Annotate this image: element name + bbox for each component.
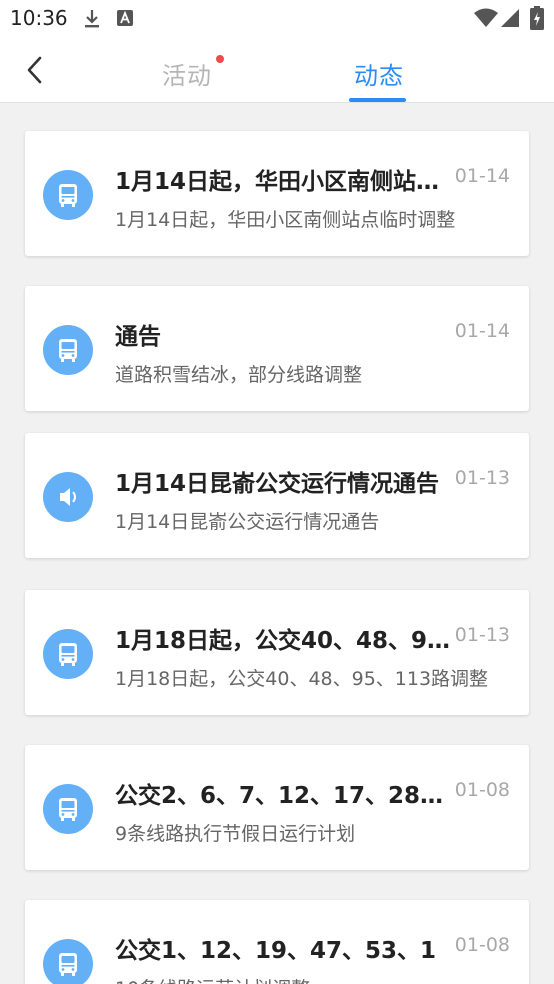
news-title: 1月18日起，公交40、48、95、113路调整 [115, 628, 455, 654]
bus-icon [43, 325, 93, 375]
speaker-icon [43, 472, 93, 522]
download-icon [82, 8, 102, 34]
status-time: 10:36 [10, 6, 68, 30]
news-title: 公交1、12、19、47、53、1 [115, 938, 437, 964]
news-date: 01-08 [454, 779, 510, 801]
top-nav-bar: 活动 动态 [0, 38, 554, 103]
news-title: 1月14日昆嵛公交运行情况通告 [115, 471, 440, 497]
bus-icon [43, 629, 93, 679]
news-title: 1月14日起，华田小区南侧站点临时调整 [115, 169, 455, 195]
news-card[interactable]: 公交1、12、19、47、53、1 01-08 10条线路运营计划调整 [25, 900, 529, 984]
back-button[interactable] [18, 52, 54, 88]
news-desc: 1月14日起，华田小区南侧站点临时调整 [115, 209, 456, 231]
bus-icon [43, 939, 93, 984]
bus-icon [43, 784, 93, 834]
news-desc: 1月14日昆嵛公交运行情况通告 [115, 511, 380, 533]
chevron-left-icon [27, 56, 42, 84]
news-desc: 9条线路执行节假日运行计划 [115, 823, 356, 845]
news-desc: 道路积雪结冰，部分线路调整 [115, 364, 363, 386]
status-bar: 10:36 [0, 0, 554, 38]
news-date: 01-14 [454, 165, 510, 187]
signal-icon [500, 8, 520, 32]
news-desc: 1月18日起，公交40、48、95、113路调整 [115, 668, 489, 690]
tab-activity[interactable]: 活动 [162, 56, 212, 91]
news-date: 01-13 [454, 467, 510, 489]
news-date: 01-14 [454, 320, 510, 342]
news-title: 通告 [115, 324, 161, 350]
news-date: 01-08 [454, 934, 510, 956]
bus-icon [43, 170, 93, 220]
battery-charging-icon [530, 6, 544, 34]
news-desc: 10条线路运营计划调整 [115, 974, 505, 984]
news-card[interactable]: 1月18日起，公交40、48、95、113路调整 01-13 1月18日起，公交… [25, 590, 529, 715]
news-card[interactable]: 公交2、6、7、12、17、28路等 01-08 9条线路执行节假日运行计划 [25, 745, 529, 870]
news-title: 公交2、6、7、12、17、28路等 [115, 783, 455, 809]
news-card[interactable]: 1月14日昆嵛公交运行情况通告 01-13 1月14日昆嵛公交运行情况通告 [25, 433, 529, 558]
news-date: 01-13 [454, 624, 510, 646]
wifi-icon [474, 8, 498, 32]
news-card[interactable]: 通告 01-14 道路积雪结冰，部分线路调整 [25, 286, 529, 411]
news-card[interactable]: 1月14日起，华田小区南侧站点临时调整 01-14 1月14日起，华田小区南侧站… [25, 131, 529, 256]
a-badge-icon [117, 10, 133, 30]
unread-dot [216, 55, 224, 63]
tab-news[interactable]: 动态 [354, 56, 404, 91]
active-tab-indicator [349, 98, 406, 102]
